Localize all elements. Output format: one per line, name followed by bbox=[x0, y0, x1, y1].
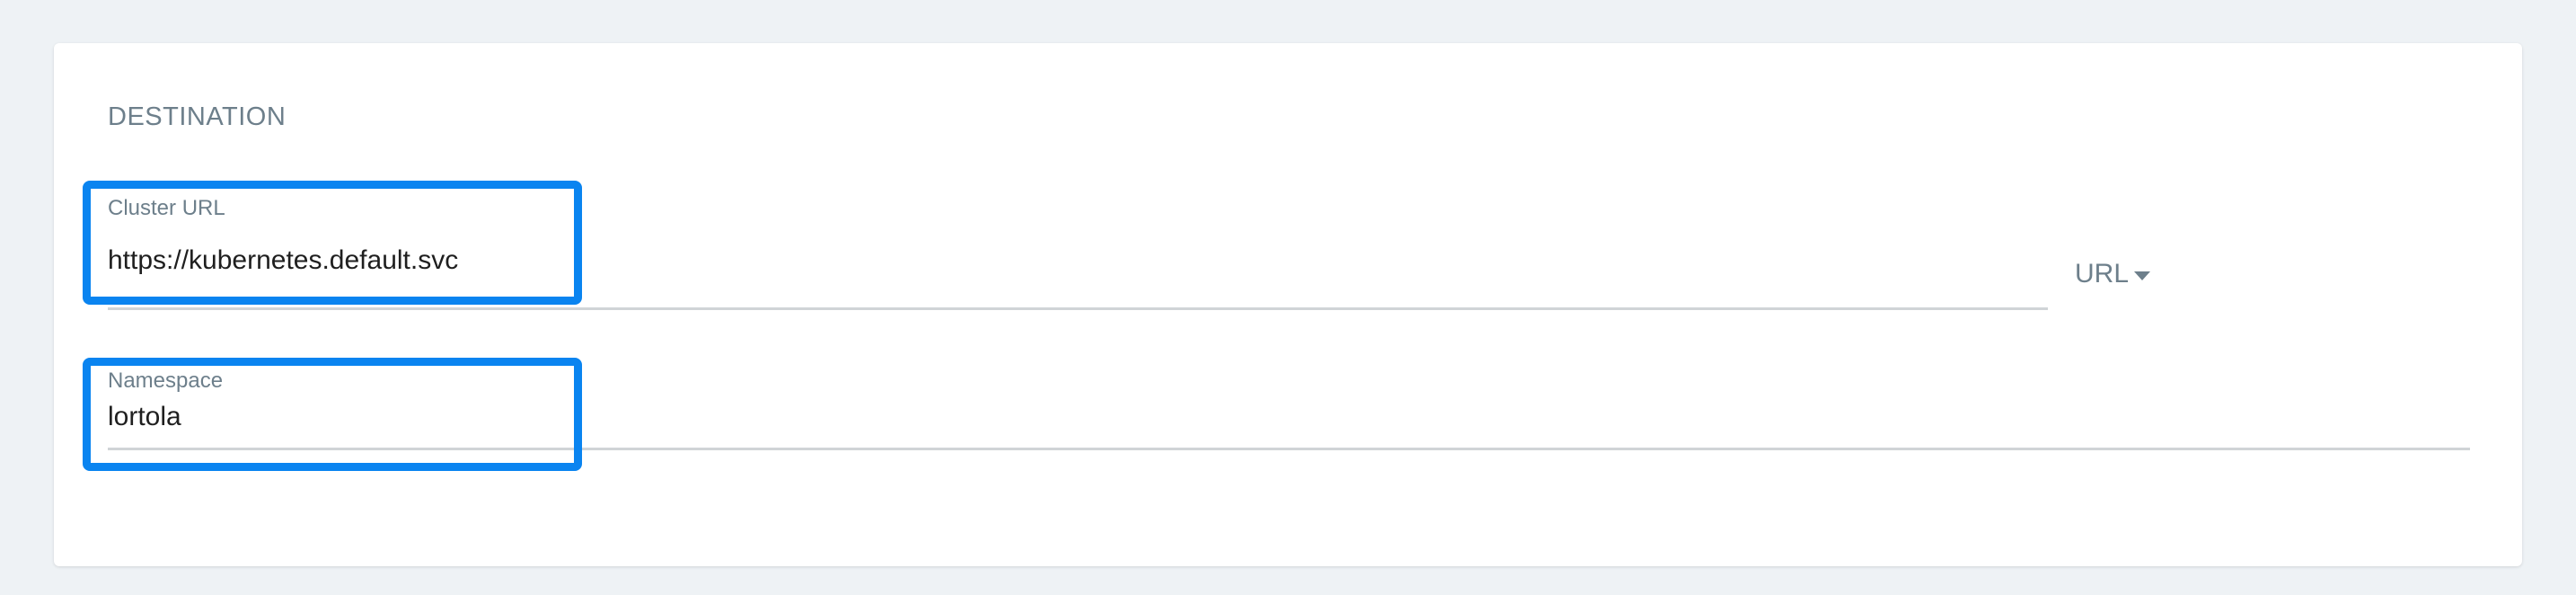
section-title: DESTINATION bbox=[108, 102, 287, 131]
caret-down-icon bbox=[2134, 271, 2151, 280]
destination-card: DESTINATION Cluster URL URL Namespace bbox=[54, 43, 2522, 566]
namespace-underline bbox=[108, 448, 2470, 450]
cluster-url-underline bbox=[108, 307, 2048, 310]
cluster-url-label: Cluster URL bbox=[108, 196, 225, 220]
cluster-url-input[interactable] bbox=[108, 243, 1994, 279]
url-type-dropdown[interactable]: URL bbox=[2075, 259, 2151, 289]
namespace-label: Namespace bbox=[108, 369, 224, 393]
url-type-value: URL bbox=[2075, 259, 2130, 289]
namespace-input[interactable] bbox=[108, 399, 2443, 435]
